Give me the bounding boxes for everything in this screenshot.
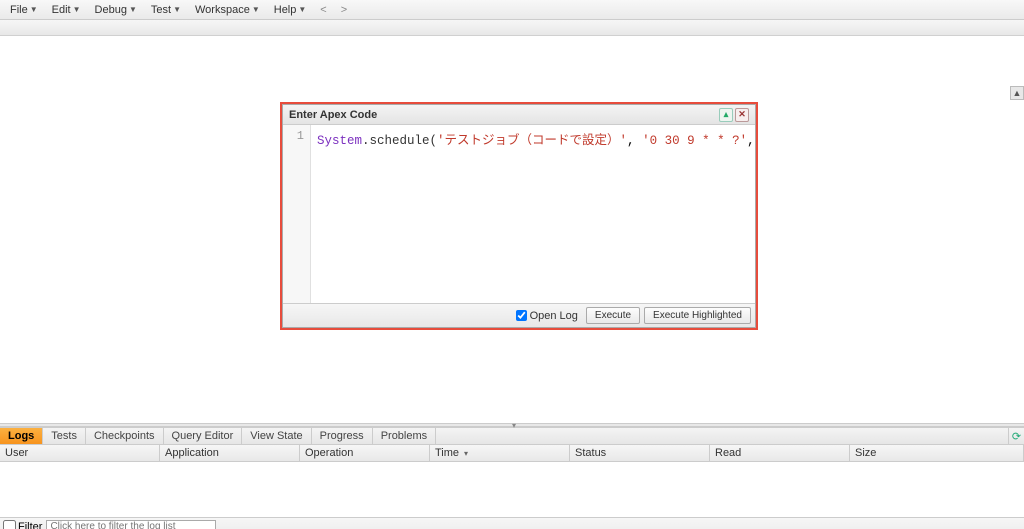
collapse-icon[interactable]: ▴: [719, 108, 733, 122]
apex-code-highlight-frame: Enter Apex Code ▴ ✕ 1 System.schedule('テ…: [280, 102, 758, 330]
filter-checkbox[interactable]: Filter: [3, 520, 42, 529]
col-application[interactable]: Application: [160, 445, 300, 461]
menu-help[interactable]: Help▼: [268, 2, 313, 18]
menubar: File▼ Edit▼ Debug▼ Test▼ Workspace▼ Help…: [0, 0, 1024, 20]
line-gutter: 1: [283, 125, 311, 303]
panel-resizer[interactable]: [0, 423, 1024, 427]
code-editor[interactable]: 1 System.schedule('テストジョブ（コードで設定）', '0 3…: [283, 125, 755, 303]
close-icon[interactable]: ✕: [735, 108, 749, 122]
open-log-label: Open Log: [530, 310, 578, 322]
caret-down-icon: ▼: [129, 5, 137, 14]
refresh-icon[interactable]: ⟳: [1008, 428, 1024, 444]
col-read[interactable]: Read: [710, 445, 850, 461]
open-log-checkbox-input[interactable]: [516, 310, 527, 321]
tab-checkpoints[interactable]: Checkpoints: [86, 428, 164, 444]
logs-table-header: User Application Operation Time Status R…: [0, 445, 1024, 462]
open-log-checkbox[interactable]: Open Log: [516, 310, 578, 322]
tab-progress[interactable]: Progress: [312, 428, 373, 444]
nav-back-button[interactable]: <: [314, 2, 332, 18]
filter-bar: Filter: [0, 517, 1024, 529]
filter-checkbox-input[interactable]: [3, 520, 16, 529]
enter-apex-code-panel: Enter Apex Code ▴ ✕ 1 System.schedule('テ…: [282, 104, 756, 328]
logs-table-body: [0, 462, 1024, 517]
caret-down-icon: ▼: [73, 5, 81, 14]
tab-tests[interactable]: Tests: [43, 428, 86, 444]
menu-edit[interactable]: Edit▼: [46, 2, 87, 18]
tab-query-editor[interactable]: Query Editor: [164, 428, 243, 444]
filter-label: Filter: [18, 521, 42, 529]
menu-test[interactable]: Test▼: [145, 2, 187, 18]
nav-forward-button[interactable]: >: [335, 2, 353, 18]
caret-down-icon: ▼: [298, 5, 306, 14]
code-content[interactable]: System.schedule('テストジョブ（コードで設定）', '0 30 …: [311, 125, 755, 303]
scroll-up-button[interactable]: ▲: [1010, 86, 1024, 100]
filter-input[interactable]: [46, 520, 216, 529]
tab-problems[interactable]: Problems: [373, 428, 436, 444]
menu-debug[interactable]: Debug▼: [89, 2, 143, 18]
menu-workspace[interactable]: Workspace▼: [189, 2, 266, 18]
col-status[interactable]: Status: [570, 445, 710, 461]
panel-header: Enter Apex Code ▴ ✕: [283, 105, 755, 125]
panel-footer: Open Log Execute Execute Highlighted: [283, 303, 755, 327]
col-operation[interactable]: Operation: [300, 445, 430, 461]
tab-view-state[interactable]: View State: [242, 428, 311, 444]
menu-file[interactable]: File▼: [4, 2, 44, 18]
execute-highlighted-button[interactable]: Execute Highlighted: [644, 307, 751, 324]
caret-down-icon: ▼: [30, 5, 38, 14]
caret-down-icon: ▼: [252, 5, 260, 14]
execute-button[interactable]: Execute: [586, 307, 640, 324]
panel-title: Enter Apex Code: [289, 109, 377, 121]
col-size[interactable]: Size: [850, 445, 1024, 461]
toolbar-strip: [0, 20, 1024, 36]
main-area: ▲ Enter Apex Code ▴ ✕ 1 System.schedule(…: [0, 36, 1024, 423]
caret-down-icon: ▼: [173, 5, 181, 14]
tab-logs[interactable]: Logs: [0, 428, 43, 444]
col-user[interactable]: User: [0, 445, 160, 461]
col-time[interactable]: Time: [430, 445, 570, 461]
